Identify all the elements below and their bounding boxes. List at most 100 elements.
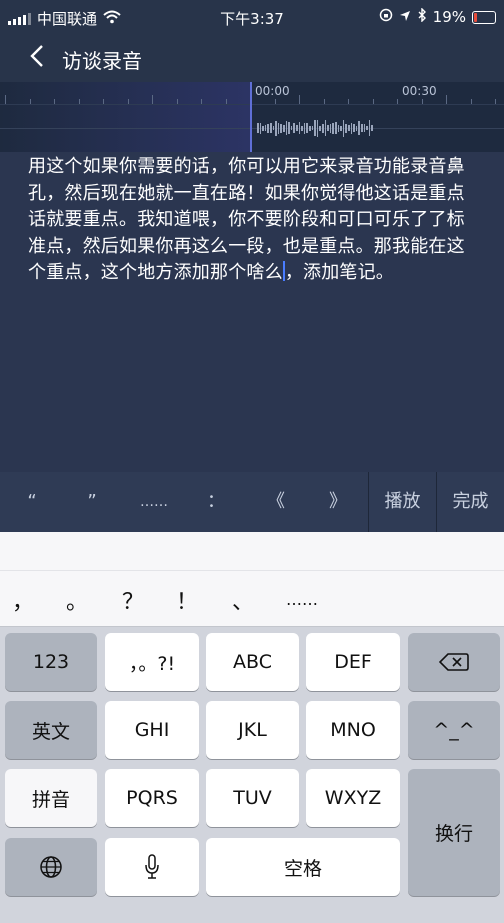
ruler-tick	[421, 99, 423, 104]
waveform-bar	[275, 120, 277, 136]
play-button[interactable]: 播放	[369, 472, 436, 532]
ruler-tick	[372, 99, 374, 104]
keyboard: ， 。 ？ ！ 、 …… 123 ，。?! ABC DEF 英文 GHI JKL…	[0, 532, 504, 923]
waveform-bar	[262, 125, 264, 131]
waveform-bar	[342, 119, 345, 137]
key-wxyz[interactable]: WXYZ	[306, 769, 400, 827]
colon-button[interactable]: ：	[198, 472, 234, 532]
right-quote-button[interactable]: ”	[74, 472, 110, 532]
key-emoji[interactable]: ^_^	[408, 701, 500, 759]
waveform-bar	[335, 122, 337, 134]
transcript-area[interactable]: 用这个如果你需要的话，你可以用它来录音功能录音鼻孔，然后现在她就一直在路！如果你…	[0, 152, 504, 472]
waveform-bar	[298, 122, 301, 134]
waveform-bar	[301, 125, 303, 131]
key-abc[interactable]: ABC	[206, 633, 299, 691]
ellipsis-button[interactable]: ……	[132, 472, 176, 532]
waveform-bar	[280, 123, 282, 133]
transcript-after-cursor: ，添加笔记。	[284, 262, 395, 283]
waveform-bar	[293, 123, 295, 133]
candidate-comma[interactable]: ，	[12, 584, 34, 616]
key-def[interactable]: DEF	[306, 633, 400, 691]
ruler-tick	[5, 95, 6, 104]
waveform-bar	[366, 126, 368, 130]
ruler-tick	[299, 95, 300, 104]
time-label-start: 00:00	[255, 84, 290, 98]
waveform-bar	[371, 125, 373, 131]
ruler-tick	[103, 99, 104, 104]
page-title: 访谈录音	[62, 49, 142, 73]
waveform-bar	[296, 125, 298, 131]
ruler-tick	[152, 95, 153, 104]
candidate-period[interactable]: 。	[66, 584, 88, 616]
key-mno[interactable]: MNO	[306, 701, 400, 759]
ruler-tick	[54, 99, 55, 104]
ruler-tick	[201, 99, 202, 104]
nav-bar: 访谈录音	[0, 34, 504, 82]
candidate-exclamation[interactable]: ！	[176, 584, 198, 616]
waveform-bar	[361, 124, 363, 132]
key-delete[interactable]	[408, 633, 500, 691]
ruler-tick	[495, 99, 496, 104]
key-tuv[interactable]: TUV	[206, 769, 299, 827]
waveform-bar	[332, 122, 334, 134]
waveform-bar	[319, 125, 321, 131]
microphone-icon	[144, 854, 160, 880]
back-icon[interactable]	[30, 44, 44, 72]
rotation-lock-icon	[379, 8, 393, 26]
key-voice[interactable]	[105, 838, 199, 896]
waveform-bar	[322, 123, 324, 133]
waveform-bar	[327, 125, 329, 131]
candidate-enum-comma[interactable]: 、	[232, 584, 254, 616]
waveform-bar	[257, 123, 259, 133]
audio-waveform[interactable]: 00:00 00:30	[0, 82, 504, 152]
waveform-bar	[348, 125, 350, 131]
status-bar: 中国联通 下午3:37 19%	[0, 0, 504, 34]
waveform-bar	[306, 123, 308, 133]
key-punctuation[interactable]: ，。?!	[105, 633, 199, 691]
waveform-bar	[355, 125, 358, 131]
waveform-bar	[353, 124, 355, 132]
playhead[interactable]	[250, 82, 252, 152]
ruler-tick	[446, 95, 447, 104]
waveform-bar	[303, 122, 306, 134]
done-button[interactable]: 完成	[437, 472, 504, 532]
waveform-bar	[290, 126, 293, 130]
key-space[interactable]: 空格	[206, 838, 400, 896]
ruler-tick	[225, 99, 227, 104]
key-english[interactable]: 英文	[5, 701, 97, 759]
candidate-bar: ， 。 ？ ！ 、 ……	[0, 532, 504, 627]
right-book-title-button[interactable]: 》	[320, 472, 356, 532]
waveform-bar	[270, 123, 272, 133]
waveform-bar	[264, 125, 267, 131]
key-numbers[interactable]: 123	[5, 633, 97, 691]
key-pinyin[interactable]: 拼音	[5, 769, 97, 827]
ruler-tick	[274, 99, 276, 104]
battery-percent: 19%	[432, 8, 466, 26]
waveform-bar	[345, 123, 347, 133]
key-pqrs[interactable]: PQRS	[105, 769, 199, 827]
ruler-tick	[176, 99, 178, 104]
transcript-text[interactable]: 用这个如果你需要的话，你可以用它来录音功能录音鼻孔，然后现在她就一直在路！如果你…	[28, 154, 478, 287]
key-jkl[interactable]: JKL	[206, 701, 299, 759]
waveform-bar	[288, 122, 290, 134]
key-globe[interactable]	[5, 838, 97, 896]
battery-icon	[472, 10, 496, 24]
left-book-title-button[interactable]: 《	[258, 472, 294, 532]
waveform-bar	[259, 122, 262, 134]
ruler-tick	[397, 99, 398, 104]
waveform-bar	[267, 123, 269, 133]
waveform-bar	[316, 119, 319, 137]
waveform-bar	[358, 121, 360, 135]
candidate-question[interactable]: ？	[122, 584, 144, 616]
waveform-bar	[337, 124, 340, 132]
left-quote-button[interactable]: “	[14, 472, 50, 532]
key-enter[interactable]: 换行	[408, 769, 500, 896]
waveform-bar	[350, 122, 353, 134]
waveform-bar	[285, 121, 288, 135]
location-icon	[399, 8, 411, 26]
waveform-bar	[272, 126, 275, 130]
waveform-bar	[309, 125, 311, 131]
key-ghi[interactable]: GHI	[105, 701, 199, 759]
candidate-ellipsis[interactable]: ……	[286, 590, 318, 609]
waveform-bar	[311, 126, 314, 130]
